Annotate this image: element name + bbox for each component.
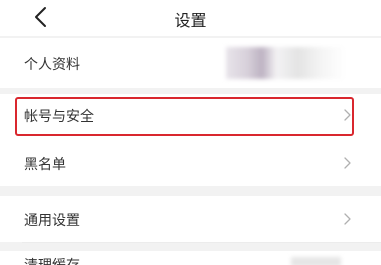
blacklist-label: 黑名单 bbox=[24, 157, 66, 173]
settings-row-clear-cache[interactable]: 清理缓存 bbox=[0, 251, 381, 265]
chevron-right-icon bbox=[339, 211, 355, 227]
settings-row-general[interactable]: 通用设置 bbox=[0, 196, 381, 242]
profile-label: 个人资料 bbox=[24, 57, 80, 73]
top-nav-bar: 设置 bbox=[0, 0, 381, 36]
page-title: 设置 bbox=[174, 11, 207, 30]
settings-row-blacklist[interactable]: 黑名单 bbox=[0, 140, 381, 186]
chevron-right-icon bbox=[339, 155, 355, 171]
clear-cache-label: 清理缓存 bbox=[24, 255, 80, 265]
profile-avatar-blurred bbox=[226, 47, 346, 79]
general-settings-label: 通用设置 bbox=[24, 213, 80, 229]
settings-row-profile[interactable]: 个人资料 bbox=[0, 38, 381, 88]
cache-size-blurred bbox=[291, 257, 341, 265]
highlight-box bbox=[15, 97, 354, 136]
divider bbox=[22, 242, 381, 243]
